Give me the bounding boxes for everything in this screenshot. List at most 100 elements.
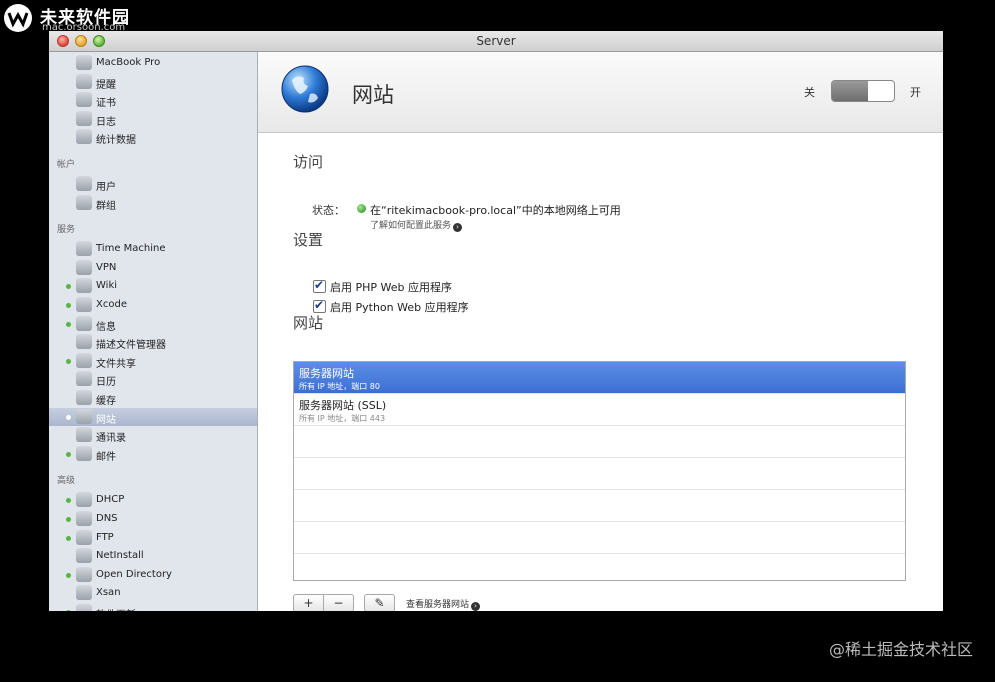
xcode-icon <box>76 297 92 312</box>
sidebar-item[interactable]: VPN <box>49 259 257 277</box>
service-on-indicator-icon <box>66 414 71 420</box>
websites-list: 服务器网站 所有 IP 地址，端口 80 服务器网站 (SSL) 所有 IP 地… <box>293 361 906 581</box>
settings-section-title: 设置 <box>293 231 324 249</box>
service-on-indicator-icon <box>66 572 71 578</box>
access-section-title: 访问 <box>293 153 324 171</box>
sidebar-item-label: 群组 <box>96 200 116 212</box>
sidebar-item-label: 日历 <box>96 377 116 389</box>
close-icon[interactable] <box>57 35 69 47</box>
site-name: 服务器网站 (SSL) <box>299 399 387 412</box>
caching-icon <box>76 390 92 405</box>
sidebar-item[interactable]: Open Directory <box>49 566 257 584</box>
service-on-indicator-icon <box>66 451 71 457</box>
sidebar-item[interactable]: 提醒 <box>49 73 257 91</box>
sidebar-item[interactable]: 邮件 <box>49 445 257 463</box>
page-title: 网站 <box>352 83 394 107</box>
service-on-indicator-icon <box>66 610 71 611</box>
sidebar-item[interactable]: MacBook Pro <box>49 54 257 72</box>
help-link[interactable]: 了解如何配置此服务 › <box>370 218 463 232</box>
sidebar-item[interactable]: 信息 <box>49 315 257 333</box>
dhcp-icon <box>76 492 92 508</box>
sidebar-item-label: MacBook Pro <box>96 57 161 68</box>
view-server-website-link[interactable]: 查看服务器网站 › <box>406 597 481 611</box>
service-on-indicator-icon <box>66 321 71 327</box>
sidebar-item[interactable]: 用户 <box>49 175 257 193</box>
title-bar[interactable]: Server <box>49 31 943 52</box>
sidebar-item[interactable]: 缓存 <box>49 389 257 407</box>
sidebar-item-label: FTP <box>96 531 114 543</box>
sidebar-item[interactable]: 群组 <box>49 194 257 212</box>
sidebar-item-label: Open Directory <box>96 568 172 580</box>
sidebar-item[interactable]: Time Machine <box>49 240 257 258</box>
toggle-knob <box>832 81 868 101</box>
sidebar-item[interactable]: FTP <box>49 529 257 547</box>
sidebar-item-label: Time Machine <box>96 243 166 255</box>
megaphone-icon <box>76 73 92 89</box>
sidebar-item[interactable]: Xsan <box>49 584 257 602</box>
toggle-off-label: 关 <box>804 86 815 99</box>
toggle-on-label: 开 <box>910 86 921 99</box>
sidebar-item-label: VPN <box>96 261 117 273</box>
group-icon <box>76 194 92 210</box>
watermark: 未来软件园 mac.orsoon.com <box>2 2 142 34</box>
status-text: 在“ritekimacbook-pro.local”中的本地网络上可用 <box>370 204 621 217</box>
php-option-label: 启用 PHP Web 应用程序 <box>330 281 453 294</box>
edit-button[interactable]: ✎ <box>364 594 395 611</box>
time-machine-icon <box>76 241 92 257</box>
sidebar-item[interactable]: 描述文件管理器 <box>49 333 257 351</box>
sidebar-item[interactable]: 证书 <box>49 91 257 109</box>
service-toggle[interactable] <box>831 80 895 102</box>
help-link-label: 了解如何配置此服务 <box>370 221 452 231</box>
sidebar-item[interactable]: 日志 <box>49 110 257 128</box>
sidebar-item[interactable]: 文件共享 <box>49 352 257 370</box>
empty-row <box>294 490 905 522</box>
messages-icon <box>76 315 92 331</box>
service-on-indicator-icon <box>66 535 71 541</box>
view-link-label: 查看服务器网站 <box>406 600 470 610</box>
user-icon <box>76 176 92 191</box>
sidebar-item[interactable]: DNS <box>49 510 257 528</box>
sidebar-item-label: 软件更新 <box>96 606 136 611</box>
laptop-icon <box>76 55 92 70</box>
sidebar-item[interactable]: 统计数据 <box>49 128 257 146</box>
orsoon-logo-icon <box>4 4 32 32</box>
sidebar-item-label: DNS <box>96 513 118 524</box>
list-item[interactable]: 服务器网站 (SSL) 所有 IP 地址，端口 443 <box>294 394 905 426</box>
sidebar-item-label: 通讯录 <box>96 433 126 445</box>
service-on-indicator-icon <box>66 517 71 522</box>
sidebar-item-label: 描述文件管理器 <box>96 340 166 352</box>
sidebar-item[interactable]: NetInstall <box>49 547 257 565</box>
contacts-icon <box>76 427 92 443</box>
php-checkbox[interactable] <box>313 278 326 293</box>
python-option[interactable]: 启用 Python Web 应用程序 <box>313 298 469 315</box>
sidebar-item[interactable]: 日历 <box>49 370 257 388</box>
sidebar-item-label: 日志 <box>96 116 116 128</box>
zoom-icon[interactable] <box>93 35 105 47</box>
sidebar-item-label: Xcode <box>96 299 127 310</box>
site-detail: 所有 IP 地址，端口 443 <box>299 414 386 423</box>
sidebar-item[interactable]: Xcode <box>49 296 257 314</box>
sidebar-item-label: 用户 <box>96 182 116 193</box>
stats-icon <box>76 129 92 145</box>
service-header: 网站 关 开 <box>258 52 943 133</box>
sidebar-item[interactable]: 通讯录 <box>49 426 257 444</box>
sidebar: MacBook Pro 提醒 证书 日志 统计数据 帐户 用户 群组 服务 Time Machin… <box>49 52 258 611</box>
php-option[interactable]: 启用 PHP Web 应用程序 <box>313 278 453 295</box>
certificate-icon <box>76 92 92 108</box>
sidebar-item[interactable]: Wiki <box>49 277 257 295</box>
add-button[interactable]: + <box>293 594 324 611</box>
minimize-icon[interactable] <box>75 35 87 47</box>
sidebar-item[interactable]: 软件更新 <box>49 603 257 611</box>
sidebar-item[interactable]: DHCP <box>49 491 257 509</box>
list-item[interactable]: 服务器网站 所有 IP 地址，端口 80 <box>294 362 905 394</box>
profile-manager-icon <box>76 334 92 350</box>
service-on-indicator-icon <box>66 358 71 364</box>
python-option-label: 启用 Python Web 应用程序 <box>330 301 469 314</box>
sidebar-item[interactable]: 网站 <box>49 407 257 426</box>
empty-row <box>294 426 905 458</box>
remove-button[interactable]: − <box>323 594 354 611</box>
sidebar-section-header: 高级 <box>57 476 76 487</box>
sidebar-item-label: 统计数据 <box>96 135 136 147</box>
empty-row <box>294 522 905 554</box>
software-update-icon <box>76 604 92 611</box>
